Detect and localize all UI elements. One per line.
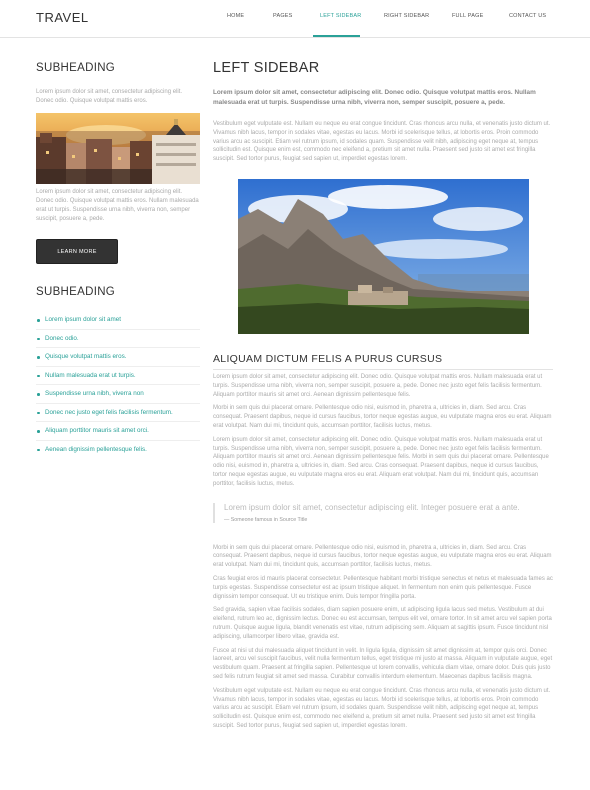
sidebar-link[interactable]: Donec nec justo eget felis facilisis fer… — [36, 404, 200, 422]
quote-text: Lorem ipsum dolor sit amet, consectetur … — [224, 502, 520, 512]
sidebar-link[interactable]: Donec odio. — [36, 330, 200, 348]
sidebar-text: Lorem ipsum dolor sit amet, consectetur … — [36, 89, 183, 104]
page-title: LEFT SIDEBAR — [213, 60, 320, 76]
bullet-icon — [37, 448, 40, 451]
bullet-icon — [37, 356, 40, 359]
section-title: ALIQUAM DICTUM FELIS A PURUS CURSUS — [213, 352, 443, 365]
sidebar-text: Lorem ipsum dolor sit amet, consectetur … — [36, 189, 199, 222]
blockquote: Lorem ipsum dolor sit amet, consectetur … — [213, 502, 553, 523]
body-paragraph: Vestibulum eget vulputate est. Nullam eu… — [213, 687, 551, 729]
sidebar-link[interactable]: Suspendisse urna nibh, viverra non — [36, 385, 200, 404]
sidebar-link[interactable]: Quisque volutpat mattis eros. — [36, 348, 200, 367]
body-paragraph: Cras feugiat eros id mauris placerat con… — [213, 575, 553, 600]
sidebar-link[interactable]: Lorem ipsum dolor sit amet — [36, 311, 200, 330]
bullet-icon — [37, 337, 40, 340]
bullet-icon — [37, 393, 40, 396]
site-header: TRAVEL HOME PAGES LEFT SIDEBAR RIGHT SID… — [0, 0, 590, 38]
nav-left-sidebar[interactable]: LEFT SIDEBAR — [320, 13, 361, 19]
learn-more-button[interactable]: LEARN MORE — [36, 239, 118, 264]
sidebar-link-list: Lorem ipsum dolor sit amet Donec odio. Q… — [36, 311, 200, 459]
nav-right-sidebar[interactable]: RIGHT SIDEBAR — [384, 13, 429, 19]
site-logo[interactable]: TRAVEL — [36, 10, 89, 25]
lead-paragraph: Lorem ipsum dolor sit amet, consectetur … — [213, 89, 536, 106]
body-paragraph: Morbi in sem quis dui placerat ornare. P… — [213, 544, 552, 569]
body-paragraph: Sed gravida, sapien vitae facilisis soda… — [213, 607, 552, 640]
quote-citation: — Someone famous in Source Title — [224, 516, 308, 523]
sidebar-link[interactable]: Aenean dignissim pellentesque felis. — [36, 441, 200, 460]
main-content: LEFT SIDEBAR Lorem ipsum dolor sit amet,… — [213, 60, 553, 731]
nav-pages[interactable]: PAGES — [273, 13, 293, 19]
body-paragraph: Morbi in sem quis dui placerat ornare. P… — [213, 405, 552, 429]
bullet-icon — [37, 319, 40, 322]
sidebar-link[interactable]: Aliquam porttitor mauris sit amet orci. — [36, 422, 200, 441]
bullet-icon — [37, 430, 40, 433]
active-nav-indicator — [313, 35, 360, 37]
body-paragraph: Fusce at nisi ut dui malesuada aliquet t… — [213, 647, 553, 680]
bullet-icon — [37, 411, 40, 414]
nav-contact-us[interactable]: CONTACT US — [509, 13, 546, 19]
bullet-icon — [37, 374, 40, 377]
nav-full-page[interactable]: FULL PAGE — [452, 13, 483, 19]
sidebar-heading: SUBHEADING — [36, 286, 116, 298]
section-divider — [213, 368, 553, 370]
sidebar: SUBHEADING Lorem ipsum dolor sit amet, c… — [36, 62, 200, 459]
sidebar-link[interactable]: Nullam malesuada erat ut turpis. — [36, 367, 200, 385]
body-paragraph: Lorem ipsum dolor sit amet, consectetur … — [213, 436, 549, 487]
mountain-photo — [238, 178, 529, 334]
body-paragraph: Lorem ipsum dolor sit amet, consectetur … — [213, 373, 543, 398]
body-paragraph: Vestibulum eget vulputate est. Nullam eu… — [213, 121, 551, 163]
nav-home[interactable]: HOME — [227, 13, 244, 19]
sidebar-heading: SUBHEADING — [36, 62, 116, 74]
city-photo — [36, 113, 200, 184]
